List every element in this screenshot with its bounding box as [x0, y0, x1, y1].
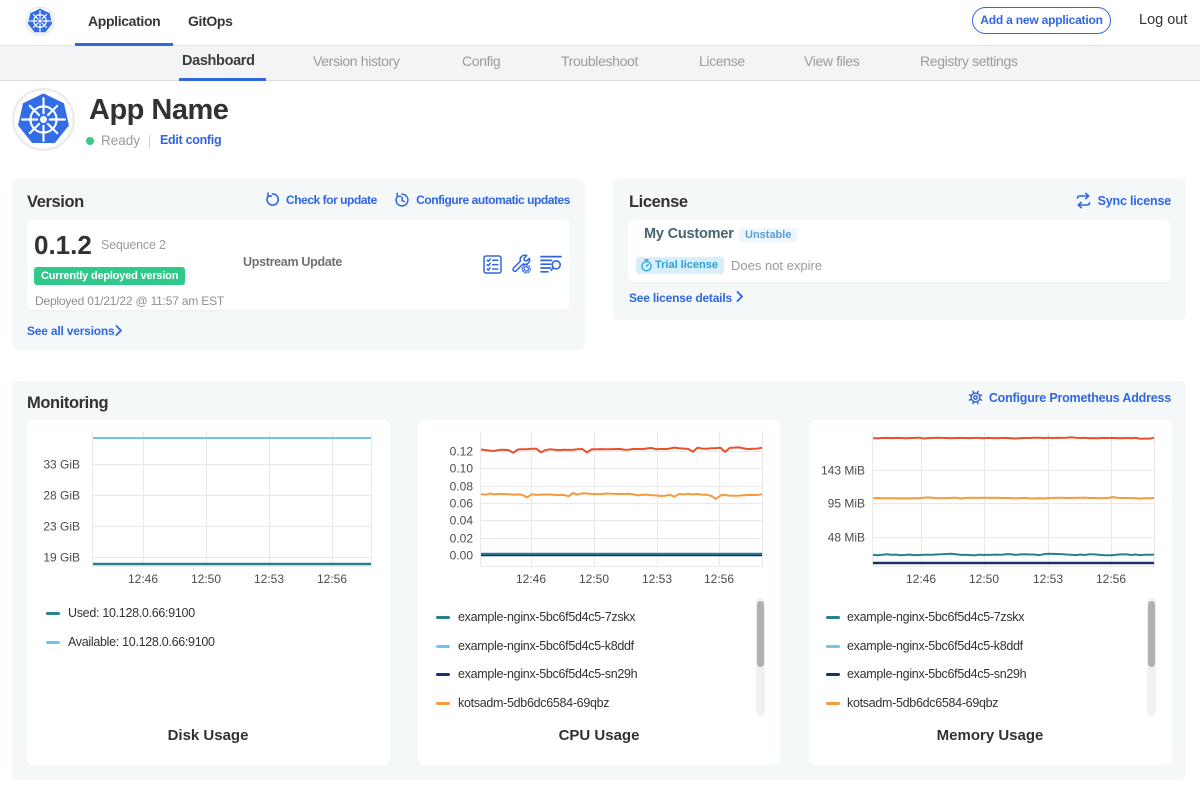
svg-text:0.12: 0.12 — [450, 445, 474, 459]
svg-text:0.08: 0.08 — [450, 480, 474, 494]
svg-text:12:53: 12:53 — [642, 572, 672, 586]
svg-text:23 GiB: 23 GiB — [43, 520, 80, 534]
svg-text:19 GiB: 19 GiB — [43, 551, 80, 565]
svg-text:0.02: 0.02 — [450, 532, 474, 546]
svg-text:0.04: 0.04 — [450, 514, 474, 528]
svg-text:0.06: 0.06 — [450, 497, 474, 511]
svg-text:12:56: 12:56 — [1096, 572, 1126, 586]
svg-text:143 MiB: 143 MiB — [821, 464, 865, 478]
svg-text:12:50: 12:50 — [579, 572, 609, 586]
svg-text:12:46: 12:46 — [128, 572, 158, 586]
svg-text:28 GiB: 28 GiB — [43, 489, 80, 503]
svg-text:12:53: 12:53 — [254, 572, 284, 586]
svg-text:33 GiB: 33 GiB — [43, 458, 80, 472]
svg-text:0.00: 0.00 — [450, 549, 474, 563]
svg-text:12:56: 12:56 — [704, 572, 734, 586]
svg-text:48 MiB: 48 MiB — [828, 531, 865, 545]
svg-text:12:53: 12:53 — [1033, 572, 1063, 586]
svg-text:12:46: 12:46 — [516, 572, 546, 586]
svg-text:12:56: 12:56 — [317, 572, 347, 586]
svg-text:12:50: 12:50 — [191, 572, 221, 586]
svg-text:0.10: 0.10 — [450, 462, 474, 476]
svg-text:12:50: 12:50 — [969, 572, 999, 586]
svg-text:95 MiB: 95 MiB — [828, 497, 865, 511]
svg-text:12:46: 12:46 — [906, 572, 936, 586]
